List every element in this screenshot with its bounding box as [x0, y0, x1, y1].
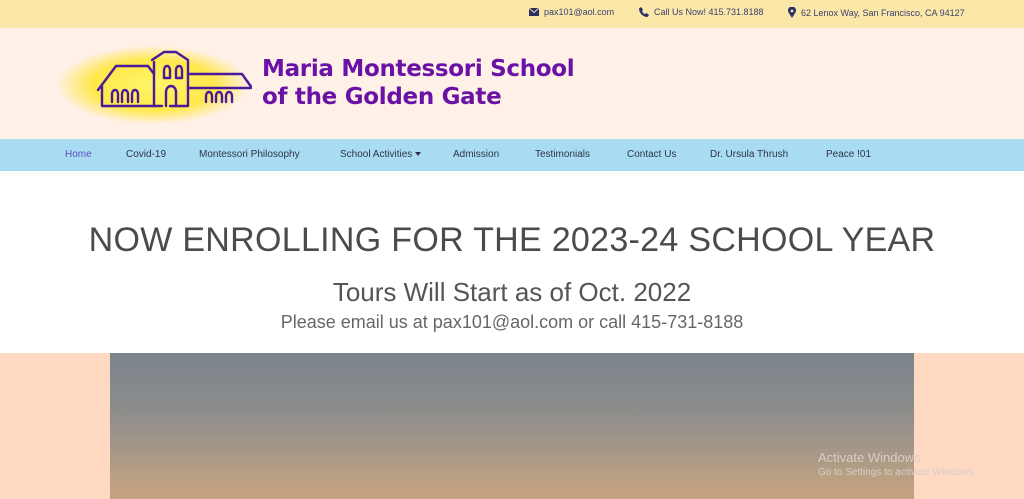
- topbar-address-text: 62 Lenox Way, San Francisco, CA 94127: [801, 7, 965, 18]
- main-navigation: Home Covid-19 Montessori Philosophy Scho…: [0, 139, 1024, 171]
- hero-image-section: Activate Windows Go to Settings to activ…: [0, 353, 1024, 499]
- topbar-phone[interactable]: Call Us Now! 415.731.8188: [639, 7, 764, 17]
- nav-item-covid-19[interactable]: Covid-19: [126, 149, 166, 160]
- activate-windows-watermark: Activate Windows Go to Settings to activ…: [818, 450, 976, 478]
- nav-item-home[interactable]: Home: [65, 149, 92, 160]
- nav-item-testimonials[interactable]: Testimonials: [535, 149, 590, 160]
- top-contact-bar: pax101@aol.com Call Us Now! 415.731.8188…: [0, 0, 1024, 28]
- phone-icon: [639, 7, 649, 17]
- topbar-email-text: pax101@aol.com: [544, 7, 615, 17]
- map-marker-icon: [788, 7, 796, 18]
- nav-item-dr-ursula-thrush[interactable]: Dr. Ursula Thrush: [710, 149, 788, 160]
- logo-line-1: Maria Montessori School: [262, 56, 575, 82]
- nav-item-montessori-philosophy[interactable]: Montessori Philosophy: [199, 149, 300, 160]
- logo-wordmark[interactable]: Maria Montessori School of the Golden Ga…: [262, 55, 575, 111]
- nav-item-school-activities[interactable]: School Activities: [340, 149, 422, 160]
- topbar-phone-text: Call Us Now! 415.731.8188: [654, 7, 764, 17]
- nav-item-admission[interactable]: Admission: [453, 149, 499, 160]
- contact-line: Please email us at pax101@aol.com or cal…: [280, 312, 744, 332]
- school-building-logo-icon[interactable]: [92, 50, 252, 112]
- nav-item-peace[interactable]: Peace !01: [826, 149, 871, 160]
- nav-item-contact-us[interactable]: Contact Us: [627, 149, 676, 160]
- topbar-email[interactable]: pax101@aol.com: [529, 7, 614, 17]
- site-header: Maria Montessori School of the Golden Ga…: [0, 28, 1024, 139]
- watermark-line-1: Activate Windows: [818, 450, 921, 465]
- subheadline: Tours Will Start as of Oct. 2022: [332, 277, 692, 307]
- headline: NOW ENROLLING FOR THE 2023-24 SCHOOL YEA…: [88, 221, 936, 259]
- nav-item-school-activities-label: School Activities: [340, 149, 413, 160]
- logo-line-2: of the Golden Gate: [262, 84, 502, 110]
- watermark-line-2: Go to Settings to activate Windows.: [818, 467, 976, 478]
- envelope-icon: [529, 8, 539, 16]
- sky-photo: [110, 353, 914, 499]
- topbar-address[interactable]: 62 Lenox Way, San Francisco, CA 94127: [788, 7, 965, 18]
- enrollment-banner: NOW ENROLLING FOR THE 2023-24 SCHOOL YEA…: [0, 171, 1024, 353]
- caret-down-icon: [415, 152, 422, 156]
